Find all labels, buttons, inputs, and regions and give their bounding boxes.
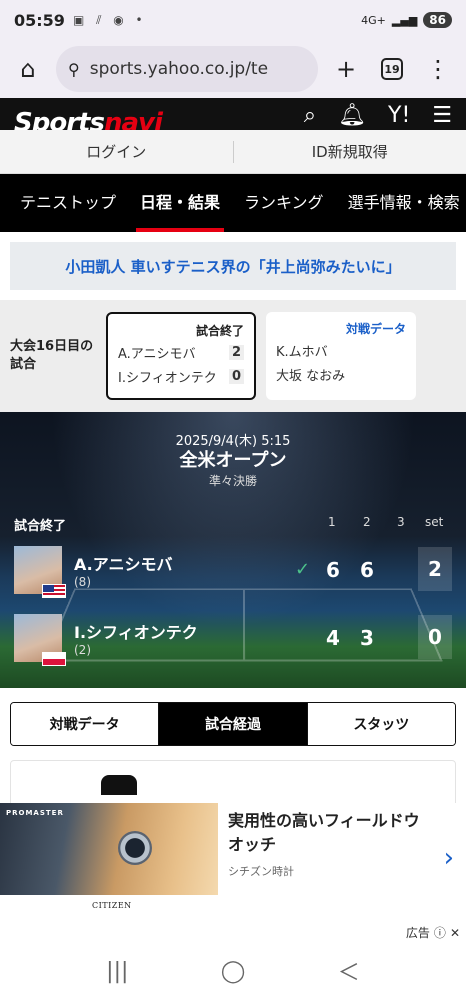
- player-avatar: [14, 546, 66, 598]
- sets-won: 0: [418, 615, 452, 659]
- set-score: 2: [228, 345, 244, 360]
- site-logo[interactable]: Sportsnavi: [14, 108, 163, 130]
- home-button-icon[interactable]: ◯: [221, 959, 246, 984]
- tab-count: 19: [381, 58, 403, 80]
- day-label: 大会16日目の 試合: [10, 339, 94, 372]
- account-bar: ログイン ID新規取得: [0, 130, 466, 174]
- tournament-name: 全米オープン: [179, 450, 287, 471]
- ad-sponsor: シチズン時計: [228, 865, 294, 878]
- player-seed: (8): [74, 575, 91, 589]
- ad-image[interactable]: PROMASTER: [0, 803, 218, 895]
- site-header: Sportsnavi ⌕ 🔔︎ Y! ☰: [0, 98, 466, 130]
- set-2-score: 6: [360, 558, 374, 582]
- player-name: K.ムホバ: [276, 345, 328, 360]
- winner-check-icon: ✓: [295, 559, 311, 580]
- matches-strip: 大会16日目の 試合 試合終了 A.アニシモバ 2 I.シフィオンテク 0 対戦デー…: [0, 300, 466, 412]
- match-detail-tabs: 対戦データ 試合経過 スタッツ: [10, 702, 456, 746]
- close-icon[interactable]: ✕: [450, 926, 460, 940]
- register-link[interactable]: ID新規取得: [234, 141, 466, 162]
- notification-icons: ▣ ⫽ ◉ •: [72, 12, 147, 27]
- player-row[interactable]: A.アニシモバ (8) ✓ 6 6 2: [14, 545, 452, 598]
- match-card-selected[interactable]: 試合終了 A.アニシモバ 2 I.シフィオンテク 0: [106, 312, 256, 400]
- search-icon[interactable]: ⌕: [304, 103, 316, 128]
- bell-icon[interactable]: 🔔︎: [338, 103, 366, 128]
- clock: 05:59: [14, 10, 65, 30]
- yahoo-icon[interactable]: Y!: [388, 103, 410, 128]
- player-name: 大坂 なおみ: [276, 369, 346, 384]
- hamburger-menu-icon[interactable]: ☰: [432, 103, 452, 128]
- watch-icon: [118, 831, 152, 865]
- advertisement[interactable]: PROMASTER CITIZEN 実用性の高いフィールドウ オッチ シチズン時計…: [0, 803, 466, 921]
- ad-caption: CITIZEN: [92, 901, 132, 910]
- network-indicator: 4G+: [361, 13, 386, 27]
- tennis-nav: テニストップ 日程・結果 ランキング 選手情報・検索: [0, 174, 466, 232]
- tab-schedule-results[interactable]: 日程・結果: [128, 174, 232, 232]
- tab-match-progress[interactable]: 試合経過: [158, 703, 307, 745]
- set-header: 3: [397, 515, 405, 529]
- site-settings-icon[interactable]: ⚲: [68, 60, 80, 79]
- set-1-score: 6: [326, 558, 340, 582]
- tab-switcher-button[interactable]: 19: [374, 51, 410, 87]
- set-2-score: 3: [360, 626, 374, 650]
- set-1-score: 4: [326, 626, 340, 650]
- set-header: set: [425, 515, 444, 529]
- player-name: A.アニシモバ: [118, 347, 196, 362]
- chevron-right-icon[interactable]: ›: [444, 843, 454, 873]
- ad-brand: PROMASTER: [6, 809, 64, 817]
- headline-banner[interactable]: 小田凱人 車いすテニス界の「井上尚弥みたいに」: [10, 242, 456, 290]
- headline-link[interactable]: 小田凱人 車いすテニス界の「井上尚弥みたいに」: [65, 256, 400, 277]
- system-nav-bar: ||| ◯ ＜: [0, 942, 466, 1000]
- tab-tennis-top[interactable]: テニストップ: [8, 174, 128, 232]
- recents-icon[interactable]: |||: [106, 959, 128, 984]
- status-bar: 05:59 ▣ ⫽ ◉ • 4G+ ▂▄▆ 86: [0, 0, 466, 40]
- address-bar[interactable]: ⚲ sports.yahoo.co.jp/te: [56, 46, 318, 92]
- match-card[interactable]: 対戦データ K.ムホバ 大坂 なおみ: [266, 312, 416, 400]
- match-status: 試合終了: [14, 519, 67, 534]
- scoreboard: 2025/9/4(木) 5:15 全米オープン 準々決勝 試合終了 1 2 3 …: [0, 412, 466, 688]
- home-icon[interactable]: ⌂: [10, 51, 46, 87]
- tab-player-search[interactable]: 選手情報・検索: [336, 174, 466, 232]
- player-row[interactable]: I.シフィオンテク (2) 4 3 0: [14, 613, 452, 666]
- battery-indicator: 86: [423, 12, 452, 28]
- info-icon[interactable]: ⓘ: [434, 924, 446, 941]
- content-thumbnail: [101, 775, 137, 795]
- sets-won: 2: [418, 547, 452, 591]
- tab-head-to-head[interactable]: 対戦データ: [11, 703, 159, 745]
- tab-stats[interactable]: スタッツ: [306, 703, 455, 745]
- browser-toolbar: ⌂ ⚲ sports.yahoo.co.jp/te + 19 ⋮: [0, 40, 466, 98]
- tab-ranking[interactable]: ランキング: [232, 174, 336, 232]
- set-score: 0: [228, 369, 244, 384]
- player-name: I.シフィオンテク: [118, 371, 217, 386]
- set-header: 1: [328, 515, 336, 529]
- usa-flag-icon: [42, 584, 66, 598]
- poland-flag-icon: [42, 652, 66, 666]
- player-avatar: [14, 614, 66, 666]
- player-name: A.アニシモバ: [74, 555, 173, 574]
- round-name: 準々決勝: [208, 474, 257, 488]
- login-link[interactable]: ログイン: [0, 141, 233, 162]
- signal-icon: ▂▄▆: [391, 13, 418, 27]
- player-seed: (2): [74, 643, 91, 657]
- ad-label: 広告 ⓘ ✕: [405, 924, 460, 941]
- match-data-link[interactable]: 対戦データ: [276, 320, 406, 336]
- match-status: 試合終了: [195, 324, 244, 338]
- ad-title[interactable]: 実用性の高いフィールドウ オッチ: [228, 809, 456, 857]
- set-header: 2: [363, 515, 371, 529]
- new-tab-icon[interactable]: +: [328, 51, 364, 87]
- url-text: sports.yahoo.co.jp/te: [89, 59, 269, 79]
- back-icon[interactable]: ＜: [338, 955, 360, 987]
- menu-icon[interactable]: ⋮: [420, 51, 456, 87]
- player-name: I.シフィオンテク: [74, 623, 198, 642]
